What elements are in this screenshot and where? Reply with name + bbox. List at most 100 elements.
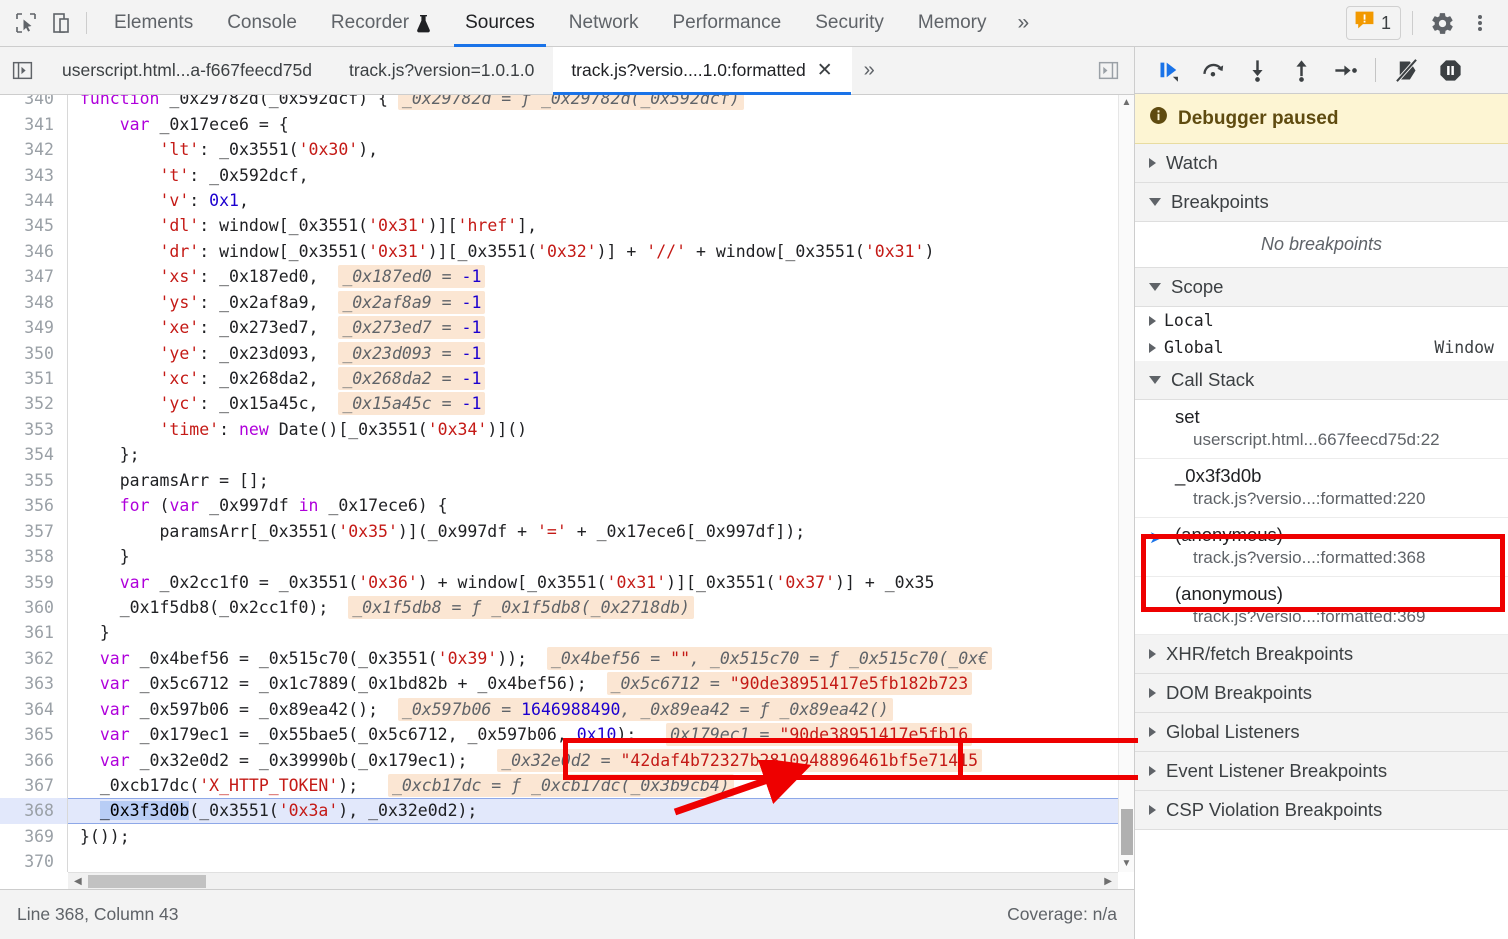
line-number[interactable]: 349 xyxy=(0,314,68,341)
code-row[interactable]: 348 'ys': _0x2af8a9, _0x2af8a9 = -1 xyxy=(0,289,1118,315)
line-number[interactable]: 355 xyxy=(0,467,68,493)
line-number[interactable]: 367 xyxy=(0,772,68,799)
line-number[interactable]: 345 xyxy=(0,213,68,239)
line-number[interactable]: 364 xyxy=(0,696,68,722)
section-breakpoints[interactable]: Breakpoints xyxy=(1135,183,1508,222)
code-row[interactable]: 369}()); xyxy=(0,823,1118,850)
section-dom-breakpoints[interactable]: DOM Breakpoints xyxy=(1135,674,1508,714)
code-row[interactable]: 361 } xyxy=(0,620,1118,646)
section-csp-violation-breakpoints[interactable]: CSP Violation Breakpoints xyxy=(1135,791,1508,831)
code-row[interactable]: 353 'time': new Date()[_0x3551('0x34')](… xyxy=(0,416,1118,443)
code-text[interactable]: var _0x179ec1 = _0x55bae5(_0x5c6712, _0x… xyxy=(68,723,1118,747)
horizontal-scroll-track[interactable] xyxy=(87,873,1099,890)
line-number[interactable]: 359 xyxy=(0,569,68,595)
more-panels-chevron-icon[interactable]: » xyxy=(1004,0,1044,47)
line-number[interactable]: 352 xyxy=(0,391,68,417)
code-text[interactable]: 'dr': window[_0x3551('0x31')][_0x3551('0… xyxy=(68,242,1118,261)
code-text[interactable]: 'time': new Date()[_0x3551('0x34')]() xyxy=(68,420,1118,439)
show-navigator-icon[interactable] xyxy=(0,47,44,94)
more-options-icon[interactable] xyxy=(1462,5,1498,41)
vertical-scroll-track[interactable] xyxy=(1119,111,1135,856)
tab-security[interactable]: Security xyxy=(798,0,901,47)
device-toolbar-icon[interactable] xyxy=(44,5,80,41)
code-row[interactable]: 368 _0x3f3d0b(_0x3551('0x3a'), _0x32e0d2… xyxy=(0,798,1118,825)
code-text[interactable]: var _0x4bef56 = _0x515c70(_0x3551('0x39'… xyxy=(68,646,1118,670)
line-number[interactable]: 347 xyxy=(0,264,68,290)
line-number[interactable]: 354 xyxy=(0,442,68,468)
code-row[interactable]: 354 }; xyxy=(0,442,1118,468)
code-editor[interactable]: 340 function _0x29782d(_0x592dcf) { _0x29… xyxy=(0,95,1134,889)
code-scroll-area[interactable]: 340 function _0x29782d(_0x592dcf) { _0x29… xyxy=(0,95,1118,872)
code-row[interactable]: 362 var _0x4bef56 = _0x515c70(_0x3551('0… xyxy=(0,645,1118,672)
code-row[interactable]: 343 't': _0x592dcf, xyxy=(0,162,1118,188)
tab-memory[interactable]: Memory xyxy=(901,0,1004,47)
code-text[interactable]: 'xs': _0x187ed0, _0x187ed0 = -1 xyxy=(68,265,1118,289)
code-row[interactable]: 355 paramsArr = []; xyxy=(0,467,1118,493)
code-row[interactable]: 360 _0x1f5db8(_0x2cc1f0); _0x1f5db8 = ƒ … xyxy=(0,594,1118,621)
line-number[interactable]: 353 xyxy=(0,416,68,443)
line-number[interactable]: 358 xyxy=(0,543,68,570)
code-text[interactable]: var _0x5c6712 = _0x1c7889(_0x1bd82b + _0… xyxy=(68,672,1118,696)
scope-row-local[interactable]: Local xyxy=(1135,307,1508,334)
code-text[interactable]: var _0x2cc1f0 = _0x3551('0x36') + window… xyxy=(68,573,1118,592)
code-row[interactable]: 365 var _0x179ec1 = _0x55bae5(_0x5c6712,… xyxy=(0,721,1118,748)
line-number[interactable]: 341 xyxy=(0,111,68,137)
tab-console[interactable]: Console xyxy=(210,0,314,47)
code-row[interactable]: 346 'dr': window[_0x3551('0x31')][_0x355… xyxy=(0,238,1118,265)
code-row[interactable]: 367 _0xcb17dc('X_HTTP_TOKEN'); _0xcb17dc… xyxy=(0,772,1118,799)
code-text[interactable]: } xyxy=(68,547,1118,566)
line-number[interactable]: 340 xyxy=(0,95,68,112)
call-stack-frame[interactable]: _0x3f3d0b track.js?versio...:formatted:22… xyxy=(1135,458,1508,518)
code-text[interactable]: 'v': 0x1, xyxy=(68,191,1118,210)
scroll-left-arrow-icon[interactable]: ◀ xyxy=(68,876,88,887)
step-icon[interactable] xyxy=(1325,51,1365,89)
code-text[interactable]: paramsArr = []; xyxy=(68,471,1118,490)
code-text[interactable]: 't': _0x592dcf, xyxy=(68,166,1118,185)
tab-network[interactable]: Network xyxy=(552,0,656,47)
line-number[interactable]: 360 xyxy=(0,594,68,621)
code-text[interactable]: }; xyxy=(68,445,1118,464)
section-watch[interactable]: Watch xyxy=(1135,144,1508,183)
code-text[interactable]: 'ye': _0x23d093, _0x23d093 = -1 xyxy=(68,341,1118,365)
code-row[interactable]: 357 paramsArr[_0x3551('0x35')](_0x997df … xyxy=(0,518,1118,544)
code-text[interactable]: for (var _0x997df in _0x17ece6) { xyxy=(68,496,1118,515)
tab-sources[interactable]: Sources xyxy=(448,0,552,47)
warning-count-badge[interactable]: 1 xyxy=(1345,6,1401,40)
line-number[interactable]: 343 xyxy=(0,162,68,188)
code-text[interactable]: 'xc': _0x268da2, _0x268da2 = -1 xyxy=(68,367,1118,391)
more-tabs-chevron-icon[interactable]: » xyxy=(852,47,887,94)
code-text[interactable]: paramsArr[_0x3551('0x35')](_0x997df + '=… xyxy=(68,522,1118,541)
code-text[interactable]: _0x1f5db8(_0x2cc1f0); _0x1f5db8 = ƒ _0x1… xyxy=(68,595,1118,619)
line-number[interactable]: 350 xyxy=(0,340,68,366)
scroll-down-arrow-icon[interactable]: ▼ xyxy=(1122,856,1132,872)
code-row[interactable]: 340 function _0x29782d(_0x592dcf) { _0x29… xyxy=(0,95,1118,112)
scroll-up-arrow-icon[interactable]: ▲ xyxy=(1122,95,1132,111)
code-row[interactable]: 363 var _0x5c6712 = _0x1c7889(_0x1bd82b … xyxy=(0,671,1118,697)
line-number[interactable]: 365 xyxy=(0,721,68,748)
scroll-right-arrow-icon[interactable]: ▶ xyxy=(1098,876,1118,887)
tab-recorder[interactable]: Recorder xyxy=(314,0,448,47)
file-tab-userscript[interactable]: userscript.html...a-f667feecd75d xyxy=(44,47,331,94)
code-row[interactable]: 341 var _0x17ece6 = { xyxy=(0,111,1118,137)
code-text[interactable]: var _0x17ece6 = { xyxy=(68,115,1118,134)
close-icon[interactable]: ✕ xyxy=(817,61,833,80)
editor-horizontal-scrollbar[interactable]: ◀ ▶ xyxy=(68,872,1118,889)
line-number[interactable]: 342 xyxy=(0,136,68,163)
line-number[interactable]: 370 xyxy=(0,849,68,872)
code-row[interactable]: 349 'xe': _0x273ed7, _0x273ed7 = -1 xyxy=(0,314,1118,341)
line-number[interactable]: 351 xyxy=(0,365,68,392)
line-number[interactable]: 346 xyxy=(0,238,68,265)
code-text[interactable]: var _0x597b06 = _0x89ea42(); _0x597b06 =… xyxy=(68,697,1118,721)
section-scope[interactable]: Scope xyxy=(1135,268,1508,307)
code-text[interactable]: 'yc': _0x15a45c, _0x15a45c = -1 xyxy=(68,392,1118,416)
code-row[interactable]: 359 var _0x2cc1f0 = _0x3551('0x36') + wi… xyxy=(0,569,1118,595)
code-text[interactable]: 'ys': _0x2af8a9, _0x2af8a9 = -1 xyxy=(68,290,1118,314)
code-text[interactable]: _0x3f3d0b(_0x3551('0x3a'), _0x32e0d2); xyxy=(68,801,1118,821)
scope-row-global[interactable]: Global Window xyxy=(1135,334,1508,361)
gear-icon[interactable] xyxy=(1424,5,1460,41)
inspect-cursor-icon[interactable] xyxy=(8,5,44,41)
step-over-icon[interactable] xyxy=(1193,51,1233,89)
show-debugger-sidebar-icon[interactable] xyxy=(1083,47,1134,94)
line-number[interactable]: 366 xyxy=(0,747,68,773)
line-number[interactable]: 356 xyxy=(0,493,68,519)
